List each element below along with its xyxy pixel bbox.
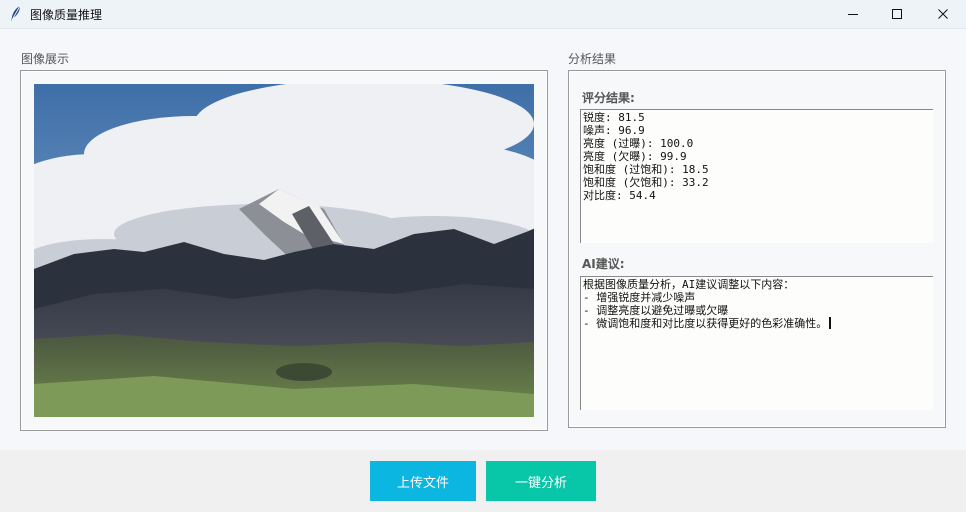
suggestion-line: 根据图像质量分析，AI建议调整以下内容：: [583, 278, 795, 291]
suggestion-line: - 微调饱和度和对比度以获得更好的色彩准确性。: [583, 317, 828, 330]
minimize-icon: [847, 8, 859, 20]
score-line: 亮度 (欠曝): 99.9: [583, 150, 687, 163]
score-line: 亮度 (过曝): 100.0: [583, 137, 694, 150]
minimize-button[interactable]: [830, 0, 876, 28]
window-title: 图像质量推理: [30, 8, 103, 22]
analysis-results-label: 分析结果: [568, 52, 617, 66]
score-line: 噪声: 96.9: [583, 124, 645, 137]
score-line: 饱和度 (过饱和): 18.5: [583, 163, 709, 176]
close-button[interactable]: [920, 0, 966, 28]
ai-suggestions-heading: AI建议:: [582, 257, 625, 271]
text-caret: [829, 317, 832, 329]
maximize-icon: [891, 8, 903, 20]
close-icon: [937, 8, 949, 20]
score-line: 对比度: 54.4: [583, 189, 656, 202]
image-display-label: 图像展示: [21, 52, 70, 66]
ai-suggestions-textbox[interactable]: 根据图像质量分析，AI建议调整以下内容： - 增强锐度并减少噪声 - 调整亮度以…: [580, 276, 933, 410]
score-line: 饱和度 (欠饱和): 33.2: [583, 176, 709, 189]
maximize-button[interactable]: [874, 0, 920, 28]
action-bar: [0, 450, 966, 512]
score-line: 锐度: 81.5: [583, 111, 645, 124]
title-bar: 图像质量推理: [0, 0, 966, 29]
suggestion-line: - 调整亮度以避免过曝或欠曝: [583, 304, 729, 317]
mountain-landscape-photo: [34, 84, 534, 417]
suggestion-line: - 增强锐度并减少噪声: [583, 291, 696, 304]
analysis-results-frame: 评分结果: 锐度: 81.5 噪声: 96.9 亮度 (过曝): 100.0 亮…: [568, 70, 946, 428]
one-click-analyze-button[interactable]: 一键分析: [486, 461, 596, 501]
image-display-frame: [20, 70, 548, 431]
score-results-textbox[interactable]: 锐度: 81.5 噪声: 96.9 亮度 (过曝): 100.0 亮度 (欠曝)…: [580, 109, 933, 243]
quill-icon: [8, 5, 24, 23]
score-results-heading: 评分结果:: [582, 91, 635, 105]
upload-file-button[interactable]: 上传文件: [370, 461, 476, 501]
